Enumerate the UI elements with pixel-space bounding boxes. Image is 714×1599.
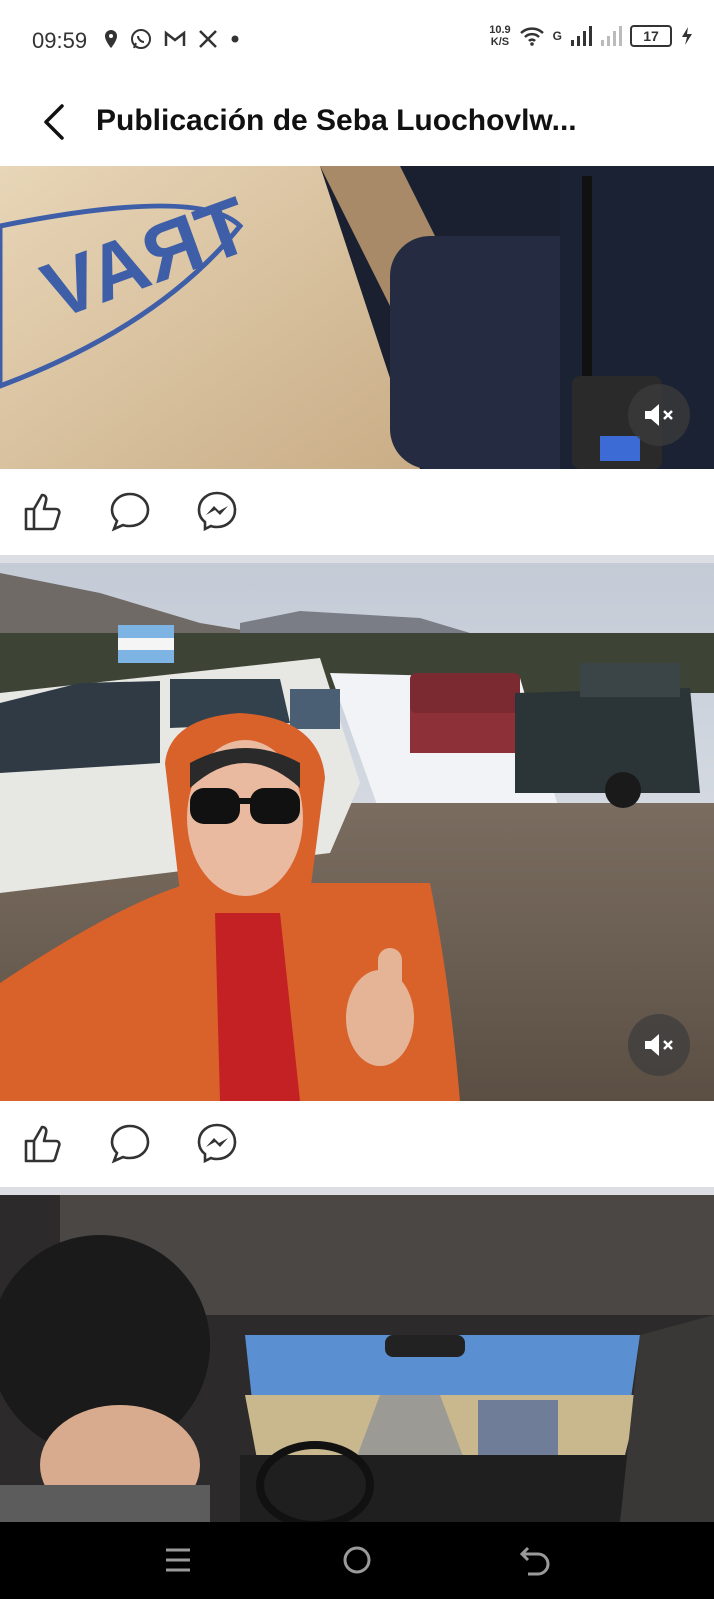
dot-icon [231,35,239,43]
video-frame-3 [0,1195,714,1522]
speed-value: 10.9 [489,24,511,36]
status-bar: 09:59 10.9 K/S G 17 [0,0,714,80]
back-arrow-icon[interactable] [38,100,74,144]
speaker-muted-icon [645,1034,673,1056]
separator [0,555,714,563]
like-icon[interactable] [22,489,66,533]
network-type: G [552,29,562,43]
back-icon[interactable] [516,1540,556,1580]
signal-icon [571,26,592,46]
page-title: Publicación de Seba Luochovlw... [96,104,577,137]
separator [0,1187,714,1195]
post-actions-2 [0,1101,714,1187]
video-frame-2 [0,563,714,1101]
mute-button[interactable] [628,1014,690,1076]
post-actions-1 [0,469,714,555]
comment-icon[interactable] [108,1121,152,1165]
post-video-3[interactable] [0,1195,714,1522]
messenger-icon[interactable] [195,489,239,533]
comment-icon[interactable] [108,489,152,533]
like-icon[interactable] [22,1121,66,1165]
post-video-1[interactable]: TRAV [0,166,714,469]
wifi-icon [519,27,544,46]
speaker-muted-icon [645,404,673,426]
speed-unit: K/S [490,36,510,48]
notification-icons [104,28,240,50]
system-nav-bar [0,1522,714,1599]
signal-icon-2 [601,26,622,46]
battery-icon: 17 [630,25,672,47]
post-video-2[interactable] [0,563,714,1101]
charging-icon [682,27,692,45]
home-icon[interactable] [337,1540,377,1580]
messenger-icon[interactable] [195,1121,239,1165]
whatsapp-icon [131,29,151,49]
video-frame-1: TRAV [0,166,714,469]
menu-icon[interactable] [158,1540,198,1580]
location-icon [105,30,117,48]
post-header: Publicación de Seba Luochovlw... [0,80,714,166]
status-time: 09:59 [32,28,88,53]
mute-button[interactable] [628,384,690,446]
gmail-icon [164,30,186,46]
system-icons: 10.9 K/S G 17 [489,24,694,48]
network-speed: 10.9 K/S [489,24,510,48]
x-icon [199,30,217,48]
